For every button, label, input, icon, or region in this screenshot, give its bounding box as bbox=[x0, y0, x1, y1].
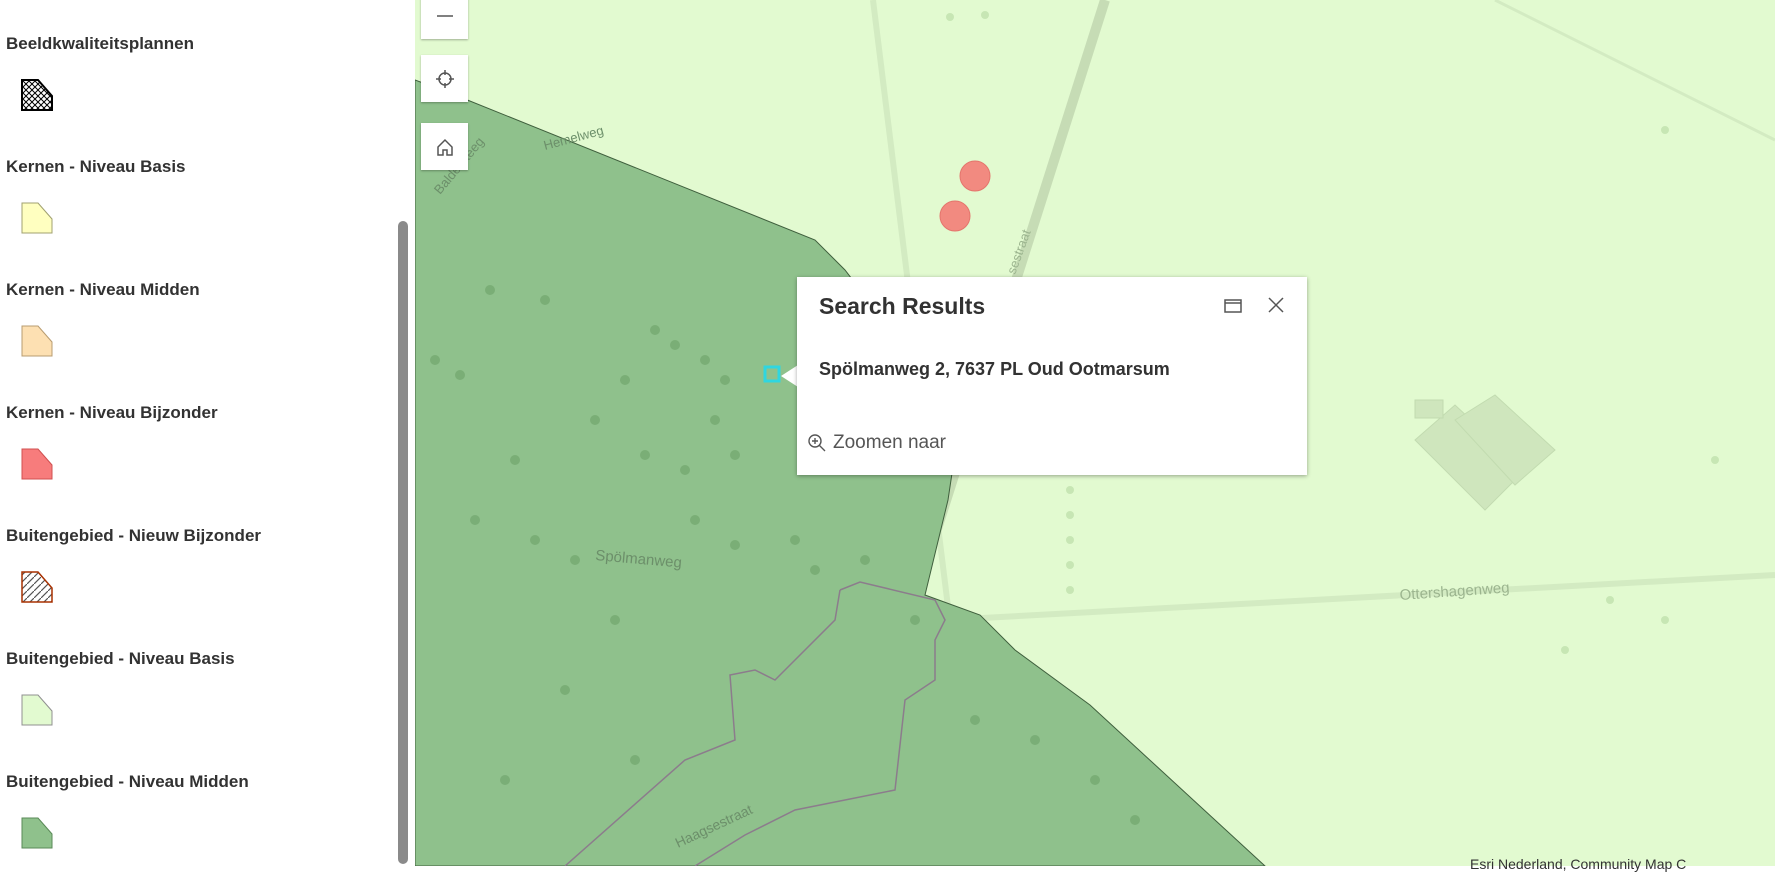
zoom-out-button[interactable] bbox=[421, 0, 468, 39]
map-point-kern bbox=[959, 160, 991, 192]
legend-item-label: Buitengebied - Nieuw Bijzonder bbox=[6, 526, 262, 545]
zoom-to-button[interactable]: Zoomen naar bbox=[807, 432, 946, 454]
popup-pointer bbox=[781, 365, 798, 387]
home-icon bbox=[436, 138, 453, 156]
zoom-in-icon bbox=[808, 434, 826, 452]
legend-swatch-crosshatch bbox=[21, 79, 53, 111]
legend-item-label: Kernen - Niveau Basis bbox=[6, 157, 186, 176]
legend-item-label: Kernen - Niveau Midden bbox=[6, 280, 200, 299]
search-result-address[interactable]: Spölmanweg 2, 7637 PL Oud Ootmarsum bbox=[819, 359, 1170, 380]
legend-item-label: Beeldkwaliteitsplannen bbox=[6, 34, 194, 53]
legend-panel: Beeldkwaliteitsplannen Kernen - Niveau B… bbox=[0, 0, 357, 866]
search-results-popup: Search Results Spölmanweg 2, 7637 PL Oud… bbox=[797, 277, 1307, 475]
legend-item-label: Buitengebied - Niveau Basis bbox=[6, 649, 235, 668]
crosshair-icon bbox=[435, 69, 454, 88]
legend-item-label: Kernen - Niveau Bijzonder bbox=[6, 403, 218, 422]
legend-item-beeldkwaliteitsplannen: Beeldkwaliteitsplannen bbox=[6, 34, 194, 54]
legend-swatch-hatch bbox=[21, 571, 53, 603]
legend-item-buitengebied-midden: Buitengebied - Niveau Midden bbox=[6, 772, 249, 792]
legend-swatch-kernen-bijzonder bbox=[21, 448, 53, 480]
legend-swatch-kernen-basis bbox=[21, 202, 53, 234]
legend-swatch-kernen-midden bbox=[21, 325, 53, 357]
legend-item-buitengebied-basis: Buitengebied - Niveau Basis bbox=[6, 649, 235, 669]
legend-item-kernen-midden: Kernen - Niveau Midden bbox=[6, 280, 200, 300]
legend-scrollbar[interactable] bbox=[398, 221, 408, 864]
legend-swatch-buitengebied-basis bbox=[21, 694, 53, 726]
popup-title: Search Results bbox=[819, 293, 986, 319]
legend-item-label: Buitengebied - Niveau Midden bbox=[6, 772, 249, 791]
close-icon[interactable] bbox=[1265, 294, 1287, 316]
legend-item-kernen-basis: Kernen - Niveau Basis bbox=[6, 157, 186, 177]
legend-item-kernen-bijzonder: Kernen - Niveau Bijzonder bbox=[6, 403, 218, 423]
zoom-to-label: Zoomen naar bbox=[833, 432, 947, 453]
locate-button[interactable] bbox=[421, 55, 468, 102]
legend-swatch-buitengebied-midden bbox=[21, 817, 53, 849]
legend-item-buitengebied-nieuw-bijzonder: Buitengebied - Nieuw Bijzonder bbox=[6, 526, 261, 546]
dock-icon[interactable] bbox=[1222, 295, 1244, 317]
map-point-kern bbox=[939, 200, 971, 232]
minus-icon bbox=[436, 14, 453, 17]
home-button[interactable] bbox=[421, 123, 468, 170]
map-attribution: Esri Nederland, Community Map C bbox=[1470, 856, 1687, 872]
